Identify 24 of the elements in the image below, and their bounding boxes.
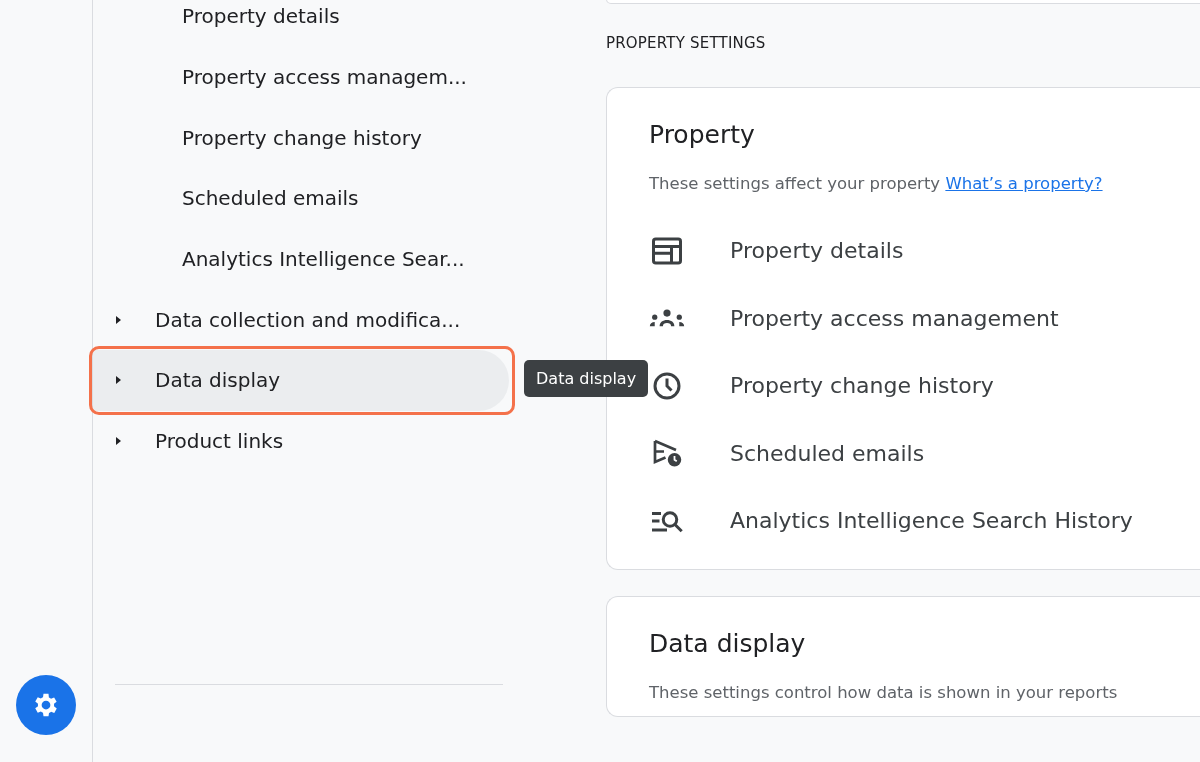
help-link[interactable]: What’s a property? [945,174,1103,193]
caret-icon [113,314,123,325]
tooltip: Data display [524,360,649,397]
card-title: Property [649,120,756,149]
caret-icon [113,375,123,386]
nav-item[interactable]: Property details [93,0,509,47]
settings-link[interactable]: Scheduled emails [649,419,1200,487]
settings-link[interactable]: Property details [649,217,1200,285]
settings-link[interactable]: Analytics Intelligence Search History [649,487,1200,555]
nav-item[interactable]: Analytics Intelligence Sear... [93,228,509,290]
nav-item[interactable]: Product links [93,410,509,472]
card-description: These settings control how data is shown in your reports [649,682,1118,702]
settings-button[interactable] [16,675,76,735]
nav-item[interactable]: Data collection and modifica... [93,289,509,351]
settings-link[interactable]: Property change history [649,352,1200,420]
settings-link[interactable]: Property access management [649,284,1200,352]
nav-item[interactable]: Scheduled emails [93,168,509,229]
card-description: These settings affect your property [649,174,941,193]
caret-icon [113,436,123,447]
people-icon [649,309,685,328]
nav-item[interactable]: Property access managem... [93,46,509,108]
card-title: Data display [649,628,807,658]
section-heading: PROPERTY SETTINGS [606,34,767,52]
nav-item[interactable]: Property change history [93,107,509,169]
